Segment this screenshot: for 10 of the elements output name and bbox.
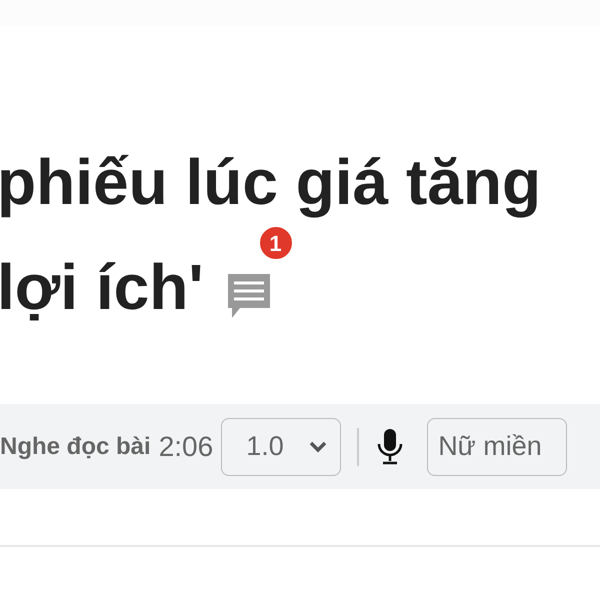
comment-count-badge: 1 bbox=[258, 225, 294, 261]
chevron-down-icon bbox=[308, 440, 328, 454]
article-title: lợi ích' bbox=[0, 251, 204, 323]
comment-icon[interactable] bbox=[226, 272, 272, 320]
speed-select[interactable]: 1.0 bbox=[221, 418, 342, 476]
audio-label: Nghe đọc bài bbox=[0, 432, 151, 462]
microphone-icon[interactable] bbox=[377, 428, 404, 466]
article-title: phiếu lúc giá tăng bbox=[0, 146, 542, 218]
voice-select[interactable]: Nữ miền bbox=[427, 418, 568, 476]
audio-duration: 2:06 bbox=[158, 430, 214, 464]
